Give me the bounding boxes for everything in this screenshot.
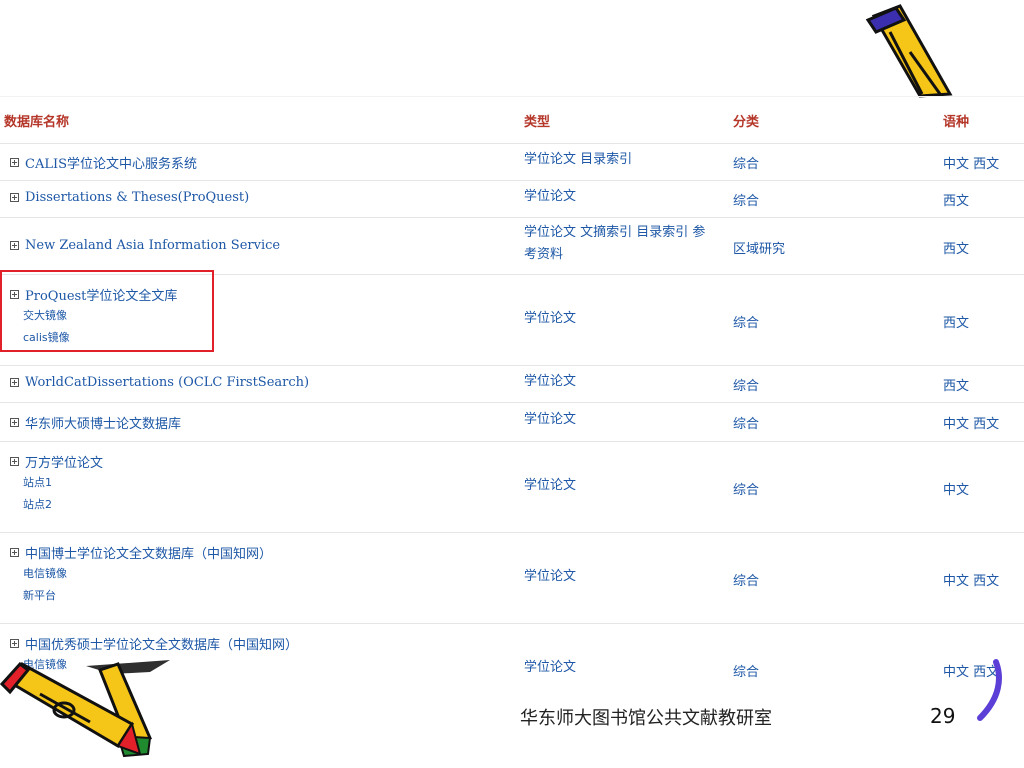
- expand-plus-icon[interactable]: [10, 457, 19, 466]
- bracket-icon: [977, 659, 1002, 721]
- database-link[interactable]: Dissertations & Theses(ProQuest): [25, 190, 249, 205]
- database-link[interactable]: 中国博士学位论文全文数据库（中国知网）: [25, 543, 272, 562]
- language-cell: 中文 西文: [943, 157, 1000, 172]
- highlight-box: [0, 270, 214, 352]
- type-cell: 学位论文: [524, 311, 577, 326]
- type-cell: 学位论文 文摘索引 目录索引 参考资料: [524, 225, 706, 262]
- table-row: 中国博士学位论文全文数据库（中国知网） 电信镜像 新平台 学位论文 综合 中文 …: [0, 532, 1024, 623]
- type-cell: 学位论文: [524, 569, 577, 584]
- footer-text: 华东师大图书馆公共文献教研室: [520, 708, 772, 729]
- category-cell: 综合: [733, 665, 760, 680]
- header-type: 类型: [524, 115, 551, 130]
- mirror-link[interactable]: 站点2: [23, 495, 103, 515]
- type-cell: 学位论文 目录索引: [524, 152, 633, 167]
- database-link[interactable]: 万方学位论文: [25, 452, 103, 471]
- category-cell: 区域研究: [733, 242, 786, 257]
- table-header: 数据库名称 类型 分类 语种: [0, 96, 1024, 143]
- category-cell: 综合: [733, 194, 760, 209]
- expand-plus-icon[interactable]: [10, 378, 19, 387]
- language-cell: 西文: [943, 316, 970, 331]
- table-row: Dissertations & Theses(ProQuest) 学位论文 综合…: [0, 180, 1024, 217]
- expand-plus-icon[interactable]: [10, 158, 19, 167]
- expand-plus-icon[interactable]: [10, 193, 19, 202]
- language-cell: 中文: [943, 483, 970, 498]
- database-link[interactable]: WorldCatDissertations (OCLC FirstSearch): [25, 375, 309, 390]
- table-row: WorldCatDissertations (OCLC FirstSearch)…: [0, 365, 1024, 402]
- category-cell: 综合: [733, 483, 760, 498]
- expand-plus-icon[interactable]: [10, 639, 19, 648]
- type-cell: 学位论文: [524, 412, 577, 427]
- table-row: CALIS学位论文中心服务系统 学位论文 目录索引 综合 中文 西文: [0, 143, 1024, 180]
- type-cell: 学位论文: [524, 374, 577, 389]
- pencil-icon: [0, 660, 170, 758]
- database-link[interactable]: 华东师大硕博士论文数据库: [25, 413, 181, 432]
- pencil-icon: [865, 4, 953, 98]
- language-cell: 西文: [943, 379, 970, 394]
- mirror-link[interactable]: 站点1: [23, 471, 103, 495]
- category-cell: 综合: [733, 417, 760, 432]
- header-category: 分类: [733, 115, 760, 130]
- type-cell: 学位论文: [524, 660, 577, 675]
- expand-plus-icon[interactable]: [10, 548, 19, 557]
- language-cell: 中文 西文: [943, 417, 1000, 432]
- expand-plus-icon[interactable]: [10, 418, 19, 427]
- header-language: 语种: [943, 115, 970, 130]
- database-table: 数据库名称 类型 分类 语种 CALIS学位论文中心服务系统 学位论文 目录索引…: [0, 96, 1024, 684]
- category-cell: 综合: [733, 316, 760, 331]
- category-cell: 综合: [733, 157, 760, 172]
- database-link[interactable]: New Zealand Asia Information Service: [25, 238, 280, 253]
- expand-plus-icon[interactable]: [10, 241, 19, 250]
- language-cell: 西文: [943, 194, 970, 209]
- page-number: 29: [930, 704, 956, 728]
- type-cell: 学位论文: [524, 478, 577, 493]
- category-cell: 综合: [733, 379, 760, 394]
- language-cell: 中文 西文: [943, 574, 1000, 589]
- table-row: 万方学位论文 站点1 站点2 学位论文 综合 中文: [0, 441, 1024, 532]
- table-row: 华东师大硕博士论文数据库 学位论文 综合 中文 西文: [0, 402, 1024, 441]
- category-cell: 综合: [733, 574, 760, 589]
- mirror-link[interactable]: 电信镜像: [23, 562, 272, 586]
- type-cell: 学位论文: [524, 189, 577, 204]
- header-name: 数据库名称: [4, 115, 70, 130]
- table-row: New Zealand Asia Information Service 学位论…: [0, 217, 1024, 274]
- mirror-link[interactable]: 新平台: [23, 586, 272, 606]
- language-cell: 西文: [943, 242, 970, 257]
- database-link[interactable]: CALIS学位论文中心服务系统: [25, 153, 197, 172]
